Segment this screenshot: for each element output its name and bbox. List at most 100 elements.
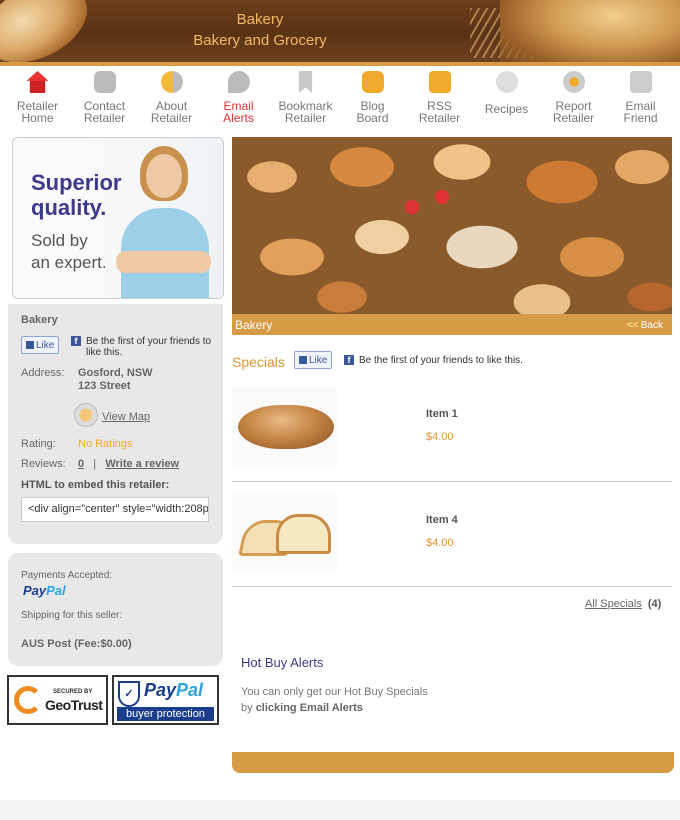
facebook-like-button[interactable]: Like [21, 336, 60, 354]
ad-subline: Sold by an expert. [31, 231, 107, 272]
nav-label: Retailer [418, 111, 461, 125]
payment-panel: Payments Accepted: PayPal Shipping for t… [8, 553, 223, 666]
nav-rss-retailer[interactable]: RSS Retailer [406, 68, 473, 130]
chat-bubble-icon [93, 71, 116, 93]
email-alerts-link[interactable]: clicking Email Alerts [256, 702, 363, 714]
paypal-logo: PayPal [23, 583, 66, 598]
bakery-hero-image [232, 137, 672, 314]
nav-label: Alerts [223, 111, 254, 125]
item-divider [232, 586, 672, 587]
address-value: Gosford, NSW 123 Street [78, 367, 153, 392]
sliced-bread-image [238, 512, 332, 558]
all-specials-link[interactable]: All Specials [585, 598, 642, 610]
geotrust-secured-label: SECURED BY [53, 689, 93, 695]
retailer-info-panel: Bakery Like f Be the first of your frien… [8, 304, 223, 544]
nav-email-alerts[interactable]: Email Alerts [205, 68, 272, 130]
header-subtitle: Bakery and Grocery [193, 32, 327, 49]
reviews-row: 0 | Write a review [78, 458, 180, 470]
nav-about-retailer[interactable]: About Retailer [138, 68, 205, 130]
home-icon [26, 71, 49, 93]
nav-label: Board [356, 111, 389, 125]
item-4-price: $4.00 [426, 537, 454, 549]
ad-headline: Superior quality. [31, 170, 122, 220]
item-4-name[interactable]: Item 4 [426, 514, 458, 526]
geotrust-badge[interactable]: SECURED BY GeoTrust [7, 675, 108, 725]
buyer-protection-label: buyer protection [117, 707, 214, 721]
thumbs-up-icon [299, 356, 307, 364]
thumbs-up-icon [26, 341, 34, 349]
bookmark-icon [298, 71, 313, 93]
about-people-icon [160, 71, 183, 93]
bread-basket-image [500, 0, 680, 62]
chef-hat-icon [495, 71, 518, 93]
shipping-label: Shipping for this seller: [21, 610, 123, 621]
nav-label: Retailer [83, 111, 126, 125]
reviews-count-link[interactable]: 0 [78, 458, 84, 470]
facebook-like-button[interactable]: Like [294, 351, 333, 369]
embed-heading: HTML to embed this retailer: [21, 479, 170, 491]
back-link[interactable]: << Back [627, 320, 663, 331]
hero-title: Bakery [235, 318, 273, 332]
superior-quality-ad[interactable]: Superior quality. Sold by an expert. [12, 137, 224, 299]
alert-rss-icon [227, 71, 250, 93]
hot-buy-heading: Hot Buy Alerts [241, 655, 324, 670]
write-review-link[interactable]: Write a review [105, 458, 179, 470]
like-prompt: Be the first of your friends to like thi… [86, 336, 212, 358]
paypal-protection-badge[interactable]: ✓ PayPal buyer protection [112, 675, 219, 725]
bread-image [0, 0, 100, 62]
envelope-icon [629, 71, 652, 93]
like-prompt: Be the first of your friends to like thi… [359, 355, 523, 366]
geotrust-name: GeoTrust [45, 697, 103, 713]
nav-label: Retailer [552, 111, 595, 125]
rss-icon [428, 71, 451, 93]
nav-report-retailer[interactable]: Report Retailer [540, 68, 607, 130]
hero-caption-bar: Bakery << Back [232, 314, 672, 335]
nav-label: Recipes [484, 102, 529, 116]
nav-label: Retailer [150, 111, 193, 125]
nav-label: Retailer [284, 111, 327, 125]
nav-recipes[interactable]: Recipes [473, 68, 540, 130]
nav-email-friend[interactable]: Email Friend [607, 68, 674, 130]
item-1-name[interactable]: Item 1 [426, 408, 458, 420]
hot-buy-text: by clicking Email Alerts [241, 702, 363, 714]
item-1-price: $4.00 [426, 431, 454, 443]
banner-divider [0, 62, 680, 66]
shield-check-icon: ✓ [118, 681, 140, 707]
item-1-image[interactable] [232, 387, 337, 467]
view-map-link[interactable]: View Map [102, 411, 150, 423]
header-title: Bakery [236, 11, 284, 28]
all-specials: All Specials (4) [585, 598, 661, 610]
header-banner: Bakery Bakery and Grocery [0, 0, 680, 62]
bread-loaf-image [238, 405, 334, 449]
nav-blog-board[interactable]: Blog Board [339, 68, 406, 130]
item-divider [232, 481, 672, 482]
embed-code-field[interactable]: <div align="center" style="width:208p [21, 497, 209, 522]
all-specials-count: (4) [647, 598, 662, 610]
payments-accepted-label: Payments Accepted: [21, 570, 113, 581]
nav-bookmark-retailer[interactable]: Bookmark Retailer [272, 68, 339, 130]
nav-label: Home [21, 111, 54, 125]
back-arrows-icon: << [627, 320, 639, 331]
map-icon[interactable] [74, 403, 98, 427]
nav-label: Friend [623, 111, 658, 125]
blog-bubble-icon [361, 71, 384, 93]
facebook-icon: f [71, 336, 81, 346]
page-footer [0, 800, 680, 820]
content-footer-bar [232, 752, 674, 773]
nav-contact-retailer[interactable]: Contact Retailer [71, 68, 138, 130]
item-4-image[interactable] [232, 492, 337, 572]
address-label: Address: [21, 367, 65, 379]
shipping-value: AUS Post (Fee:$0.00) [21, 638, 132, 650]
nav-retailer-home[interactable]: Retailer Home [4, 68, 71, 130]
facebook-icon: f [344, 355, 354, 365]
ad-person-image [116, 146, 211, 298]
geotrust-logo-icon [14, 686, 42, 714]
retailer-name: Bakery [21, 314, 58, 326]
rating-label: Rating: [21, 438, 56, 450]
specials-heading: Specials [232, 354, 285, 370]
rating-value: No Ratings [78, 438, 133, 450]
reviews-label: Reviews: [21, 458, 66, 470]
report-pin-icon [562, 71, 585, 93]
retailer-nav: Retailer Home Contact Retailer About Ret… [4, 68, 674, 130]
paypal-logo: PayPal [144, 680, 204, 700]
